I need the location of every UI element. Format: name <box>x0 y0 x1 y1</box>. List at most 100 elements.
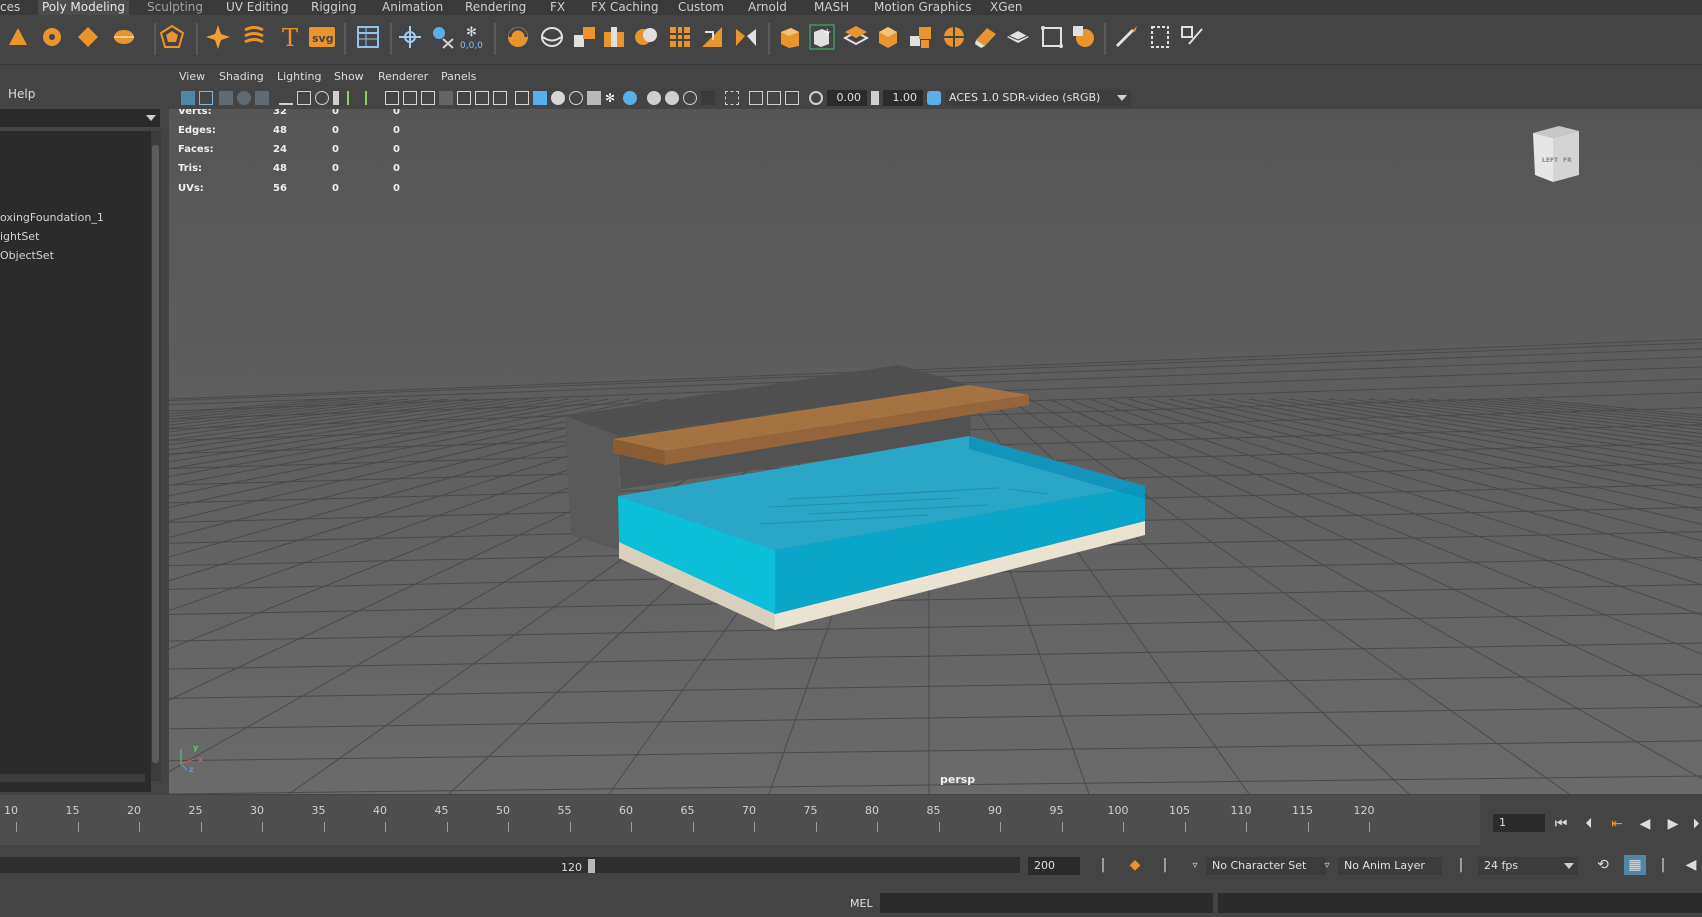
viewport-menu-show[interactable]: Show <box>334 70 364 83</box>
select-box-icon[interactable] <box>725 91 739 105</box>
viewport-menu-shading[interactable]: Shading <box>219 70 264 83</box>
shelf-tab-xgen[interactable]: XGen <box>986 0 1027 15</box>
poly-disc-icon[interactable] <box>110 23 138 51</box>
shelf-tab-animation[interactable]: Animation <box>378 0 447 15</box>
helix-icon[interactable] <box>240 23 268 51</box>
gamma-field[interactable]: 1.00 <box>883 90 923 106</box>
sound-icon[interactable]: ◀ <box>1680 855 1702 875</box>
time-slider[interactable]: 10 15 20 25 30 35 40 45 50 55 60 65 70 75 80 85 90 95 100 1… <box>0 795 1702 845</box>
xray-joints-icon[interactable] <box>551 91 565 105</box>
isolate-select-icon[interactable] <box>515 91 529 105</box>
bounding-box-icon[interactable] <box>1146 23 1174 51</box>
screen-space-ao-icon[interactable] <box>493 91 507 105</box>
exposure-field[interactable]: 0.00 <box>827 90 867 106</box>
hud-icon[interactable] <box>683 91 697 105</box>
type-table-icon[interactable] <box>354 23 382 51</box>
3d-viewport[interactable]: Verts: 32 0 0 Edges: 48 0 0 Faces: 24 0 … <box>169 109 1702 794</box>
smooth-shade-icon[interactable] <box>403 91 417 105</box>
viewport-menu-panels[interactable]: Panels <box>441 70 476 83</box>
shelf-tab-mash[interactable]: MASH <box>810 0 853 15</box>
viewport-menu-lighting[interactable]: Lighting <box>277 70 321 83</box>
pivot-reset-icon[interactable] <box>428 23 456 51</box>
extract-icon[interactable] <box>570 23 598 51</box>
boolean-union-icon[interactable] <box>632 23 660 51</box>
append-polygon-icon[interactable] <box>906 23 934 51</box>
viewport-menu-renderer[interactable]: Renderer <box>378 70 428 83</box>
shelf-tab-fx[interactable]: FX <box>546 0 569 15</box>
multi-cut-icon[interactable] <box>1004 23 1032 51</box>
resolution-gate-icon[interactable] <box>333 91 339 105</box>
view-cube[interactable] <box>1533 126 1579 182</box>
text-tool-icon[interactable]: T <box>276 23 304 51</box>
outliner-horizontal-scrollbar[interactable] <box>0 774 145 782</box>
safe-area-icon[interactable] <box>785 91 799 105</box>
shelf-tab-rendering[interactable]: Rendering <box>461 0 530 15</box>
fps-dropdown[interactable]: 24 fps <box>1478 857 1578 875</box>
separate-icon[interactable] <box>538 23 566 51</box>
set-key-icon[interactable]: ◆ <box>1124 855 1146 875</box>
mirror-icon[interactable] <box>732 23 760 51</box>
poly-plane-icon[interactable] <box>74 23 102 51</box>
wedge-icon[interactable] <box>940 23 968 51</box>
shelf-tab-poly-modeling[interactable]: Poly Modeling <box>38 0 129 15</box>
current-frame-field[interactable]: 1 <box>1493 814 1545 832</box>
color-management-icon[interactable] <box>927 91 941 105</box>
auto-key-icon[interactable]: | <box>1092 855 1114 875</box>
outliner-item-objectset[interactable]: ObjectSet <box>0 249 54 262</box>
poke-icon[interactable] <box>972 23 1000 51</box>
wireframe-icon[interactable] <box>385 91 399 105</box>
bookmarks-icon[interactable] <box>219 91 233 105</box>
play-forwards-icon[interactable]: ▶ <box>1662 814 1684 834</box>
key-tangent-icon[interactable]: | <box>1154 855 1176 875</box>
bevel-icon[interactable] <box>842 23 870 51</box>
frame-selected-icon[interactable] <box>767 91 781 105</box>
anim-layer-menu-icon[interactable]: ▿ <box>1316 855 1338 875</box>
sweep-star-icon[interactable] <box>204 23 232 51</box>
cache-playback-icon[interactable]: ▦ <box>1624 855 1646 875</box>
shelf-tab-ces[interactable]: ces <box>0 0 24 15</box>
shelf-tab-motion-graphics[interactable]: Motion Graphics <box>870 0 976 15</box>
combine-icon[interactable] <box>504 23 532 51</box>
poly-torus-icon[interactable] <box>38 23 66 51</box>
range-slider-handle[interactable] <box>588 859 595 873</box>
measure-icon[interactable] <box>396 23 424 51</box>
anim-layer-dropdown[interactable]: No Anim Layer <box>1338 857 1442 875</box>
shelf-tab-arnold[interactable]: Arnold <box>744 0 791 15</box>
animation-end-field[interactable]: 200 <box>1028 857 1080 875</box>
select-camera-icon[interactable] <box>181 91 195 105</box>
anti-aliasing-icon[interactable] <box>647 91 661 105</box>
motion-blur-icon[interactable] <box>623 91 637 105</box>
loop-icon[interactable]: ⟲ <box>1592 855 1614 875</box>
freeze-transform-icon[interactable]: ✻ 0,0,0 <box>460 23 488 51</box>
shelf-tab-fx-caching[interactable]: FX Caching <box>587 0 662 15</box>
poly-cone-icon[interactable] <box>4 23 32 51</box>
grid-toggle-icon[interactable] <box>297 91 311 105</box>
outliner-filter-dropdown[interactable] <box>0 109 160 127</box>
outliner-item-foundation[interactable]: oxingFoundation_1 <box>0 211 104 224</box>
exposure-icon[interactable] <box>809 91 823 105</box>
shelf-tab-sculpting[interactable]: Sculpting <box>143 0 207 15</box>
use-lights-icon[interactable] <box>457 91 471 105</box>
frame-all-icon[interactable] <box>749 91 763 105</box>
smooth-icon[interactable] <box>666 23 694 51</box>
outliner-scroll-thumb[interactable] <box>152 145 159 763</box>
svg-tool-icon[interactable]: svg <box>308 23 336 51</box>
ssao-icon[interactable] <box>587 91 601 105</box>
image-plane-icon[interactable] <box>237 91 251 105</box>
mel-input[interactable] <box>880 893 1213 913</box>
2d-pan-icon[interactable] <box>255 91 269 105</box>
mel-label[interactable]: MEL <box>850 897 873 910</box>
view-transform-dropdown[interactable]: ACES 1.0 SDR-video (sRGB) <box>945 90 1131 106</box>
extrude-icon[interactable] <box>776 23 804 51</box>
xray-components-icon[interactable] <box>569 91 583 105</box>
reduce-icon[interactable] <box>698 23 726 51</box>
character-set-dropdown[interactable]: No Character Set <box>1206 857 1326 875</box>
go-to-start-icon[interactable]: ⏮ <box>1550 814 1572 834</box>
step-forward-icon[interactable]: ⏵ <box>1690 814 1702 834</box>
grease-pencil-icon[interactable] <box>279 91 293 105</box>
sculpt-tool-icon[interactable] <box>1178 23 1206 51</box>
object-details-icon[interactable] <box>701 91 715 105</box>
field-chart-icon[interactable] <box>365 91 379 105</box>
playback-range-slider[interactable] <box>0 857 1020 873</box>
play-backwards-icon[interactable]: ◀ <box>1634 814 1656 834</box>
